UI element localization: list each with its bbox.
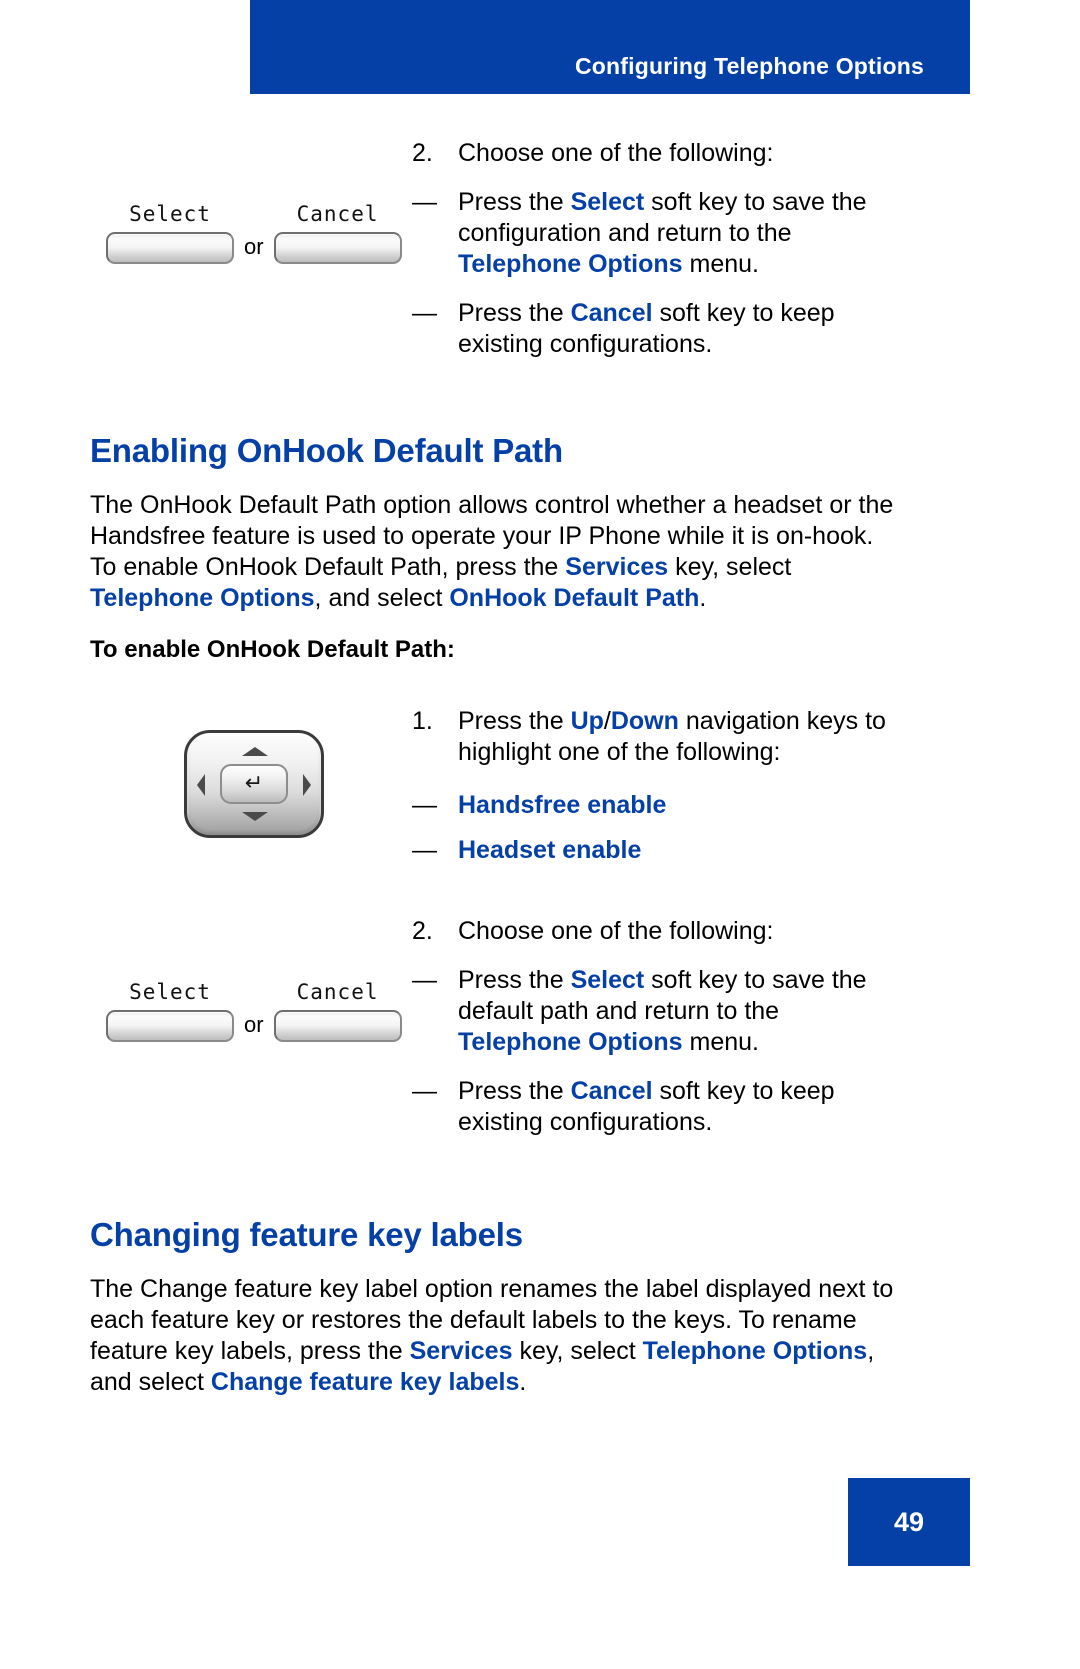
paragraph-line-2: each feature key or restores the default… [90,1306,857,1334]
step1-text: 1. Press the Up/Down navigation keys to … [330,706,1080,866]
section-featurekey-heading-wrap: Changing feature key labels [90,1216,990,1254]
step-text: Press the Up/Down navigation keys to hig… [458,706,1080,768]
option-item: — Handsfree enable [412,790,1080,821]
subheading-to-enable-onhook: To enable OnHook Default Path: [90,636,455,663]
softkey-or-label: or [244,1012,264,1037]
step2-text: 2. Choose one of the following: — Press … [330,916,1080,1138]
right-arrow-icon[interactable] [303,774,311,796]
section-heading-onhook: Enabling OnHook Default Path [90,432,563,469]
page-number: 49 [893,1506,925,1537]
step-item: 1. Press the Up/Down navigation keys to … [412,706,1080,768]
top-step-text: 2. Choose one of the following: — Press … [330,138,1080,360]
inline-slash: / [603,707,611,735]
inline-term-change-feature-key-labels: Change feature key labels [210,1368,520,1396]
paragraph-line-4: Telephone Options, and select OnHook Def… [90,584,707,612]
inline-term-telephone-options: Telephone Options [90,584,315,612]
softkey-select-label: Select [129,202,211,226]
enter-key-button[interactable]: ↵ [220,764,288,804]
inline-term-services: Services [565,553,669,581]
option-dash: — [412,791,437,819]
bullet-line-3: Telephone Options menu. [458,250,759,278]
option-label-handsfree-enable: Handsfree enable [458,791,667,819]
bullet-dash: — [412,188,437,216]
paragraph-line-4: and select Change feature key labels. [90,1368,527,1396]
step2-block: Select or Cancel 2. Choose one of the fo… [0,916,1080,1138]
bullet-line-1: Press the Select soft key to save the [458,188,867,216]
top-step-block: Select or Cancel 2. Choose one of the fo… [0,138,1080,360]
bullet-item: — Press the Cancel soft key to keep exis… [412,1076,1080,1138]
bullet-line-2: existing configurations. [458,1108,713,1136]
bullet-text: Press the Cancel soft key to keep existi… [458,1076,1080,1138]
inline-term-down: Down [610,707,679,735]
option-item: — Headset enable [412,835,1080,866]
step-item: 2. Choose one of the following: [412,138,1080,169]
page-header-banner: Configuring Telephone Options [250,0,970,94]
softkey-select-button[interactable] [106,1010,234,1042]
section-onhook-heading-wrap: Enabling OnHook Default Path [90,432,990,470]
step-number: 2. [412,917,433,945]
bullet-dash: — [412,966,437,994]
bullet-item: — Press the Select soft key to save the … [412,187,1080,280]
paragraph-line-3: feature key labels, press the Services k… [90,1337,875,1365]
step-line-2: highlight one of the following: [458,738,781,766]
page-number-box: 49 [848,1478,970,1566]
softkey-select-button[interactable] [106,232,234,264]
bullet-item: — Press the Cancel soft key to keep exis… [412,298,1080,360]
paragraph-line-1: The OnHook Default Path option allows co… [90,491,894,519]
step-text: Choose one of the following: [458,139,774,167]
step-number: 2. [412,139,433,167]
inline-term-select: Select [570,966,645,994]
bullet-line-2: default path and return to the [458,997,780,1025]
softkey-select-bottom[interactable]: Select [106,980,234,1042]
page-header-title: Configuring Telephone Options [574,53,924,79]
inline-term-cancel: Cancel [570,1077,653,1105]
paragraph-line-2: Handsfree feature is used to operate you… [90,522,874,550]
bullet-line-2: existing configurations. [458,330,713,358]
softkey-or-label: or [244,234,264,259]
enter-key-icon: ↵ [244,770,264,795]
option-dash: — [412,836,437,864]
inline-term-telephone-options: Telephone Options [642,1337,868,1365]
paragraph-line-3: To enable OnHook Default Path, press the… [90,553,792,581]
left-arrow-icon[interactable] [197,774,205,796]
bullet-dash: — [412,1077,437,1105]
inline-term-telephone-options: Telephone Options [458,1028,683,1056]
inline-term-up: Up [570,707,604,735]
softkey-select-top[interactable]: Select [106,202,234,264]
bullet-text: Press the Cancel soft key to keep existi… [458,298,1080,360]
bullet-line-1: Press the Select soft key to save the [458,966,867,994]
navigation-key-cluster[interactable]: ↵ [184,730,324,838]
section-onhook-paragraph: The OnHook Default Path option allows co… [90,490,970,614]
up-arrow-icon[interactable] [242,747,268,756]
step-line-1: Press the Up/Down navigation keys to [458,707,886,735]
bullet-item: — Press the Select soft key to save the … [412,965,1080,1058]
bullet-dash: — [412,299,437,327]
paragraph-line-1: The Change feature key label option rena… [90,1275,894,1303]
bullet-line-3: Telephone Options menu. [458,1028,759,1056]
bullet-line-1: Press the Cancel soft key to keep [458,299,835,327]
inline-term-cancel: Cancel [570,299,653,327]
subheading-wrap: To enable OnHook Default Path: [90,636,455,664]
step-item: 2. Choose one of the following: [412,916,1080,947]
page-content: Select or Cancel 2. Choose one of the fo… [0,94,1080,1669]
inline-term-onhook-default-path: OnHook Default Path [449,584,700,612]
inline-term-select: Select [570,188,645,216]
bullet-line-1: Press the Cancel soft key to keep [458,1077,835,1105]
bullet-line-2: configuration and return to the [458,219,792,247]
option-label-headset-enable: Headset enable [458,836,642,864]
step1-block: ↵ 1. Press the Up/Down navigation keys t… [0,706,1080,866]
section-featurekey-paragraph: The Change feature key label option rena… [90,1274,980,1398]
step-number: 1. [412,707,433,735]
bullet-text: Press the Select soft key to save the de… [458,965,1080,1058]
down-arrow-icon[interactable] [242,812,268,821]
inline-term-services: Services [409,1337,513,1365]
softkey-select-label: Select [129,980,211,1004]
bullet-text: Press the Select soft key to save the co… [458,187,1080,280]
inline-term-telephone-options: Telephone Options [458,250,683,278]
step-text: Choose one of the following: [458,917,774,945]
section-heading-changing-feature-key-labels: Changing feature key labels [90,1216,523,1253]
